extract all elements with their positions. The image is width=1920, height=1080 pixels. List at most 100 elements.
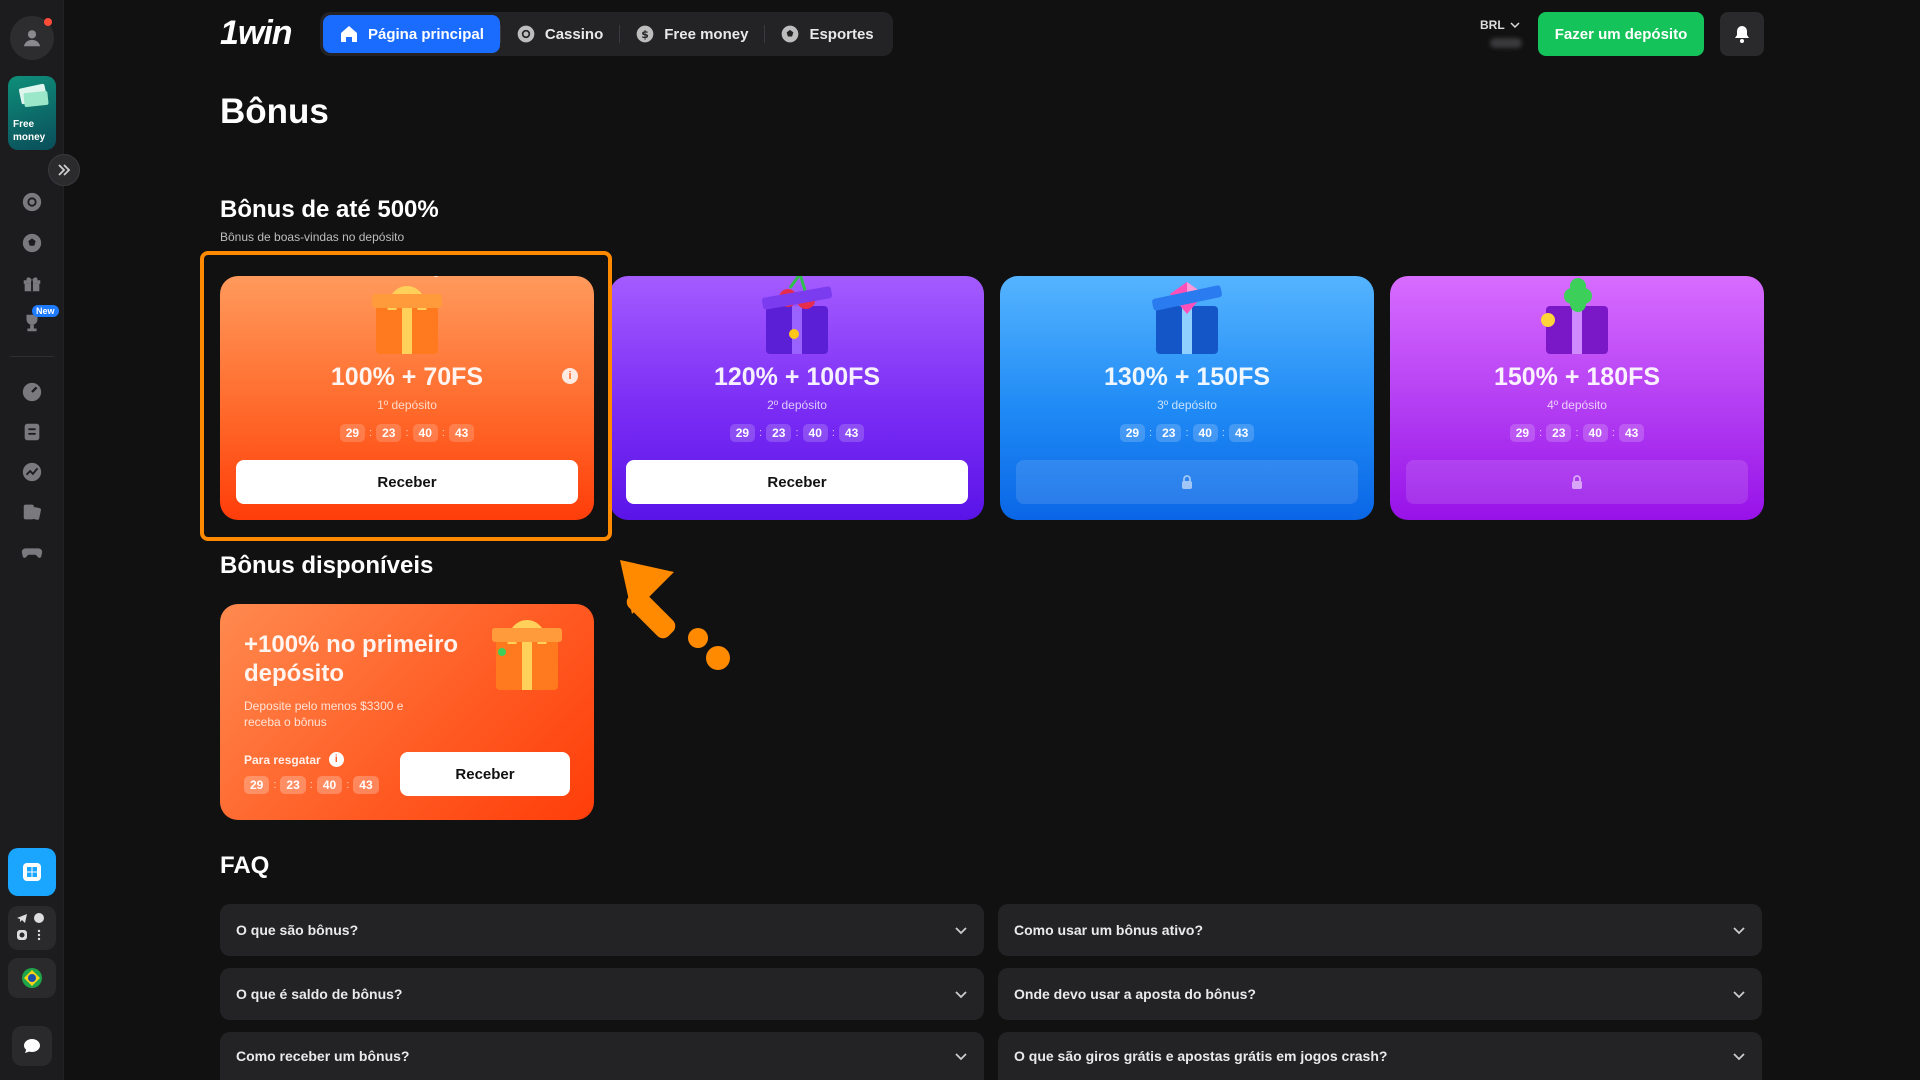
nav-sports[interactable]: Esportes	[764, 15, 889, 53]
sidebar-item-casino[interactable]	[20, 190, 44, 214]
timer-seconds: 43	[1228, 424, 1255, 442]
faq-item[interactable]: O que são bônus?	[220, 904, 984, 956]
sidebar-item-poker[interactable]	[20, 500, 44, 524]
countdown-timer: 29: 23: 40: 43	[244, 776, 379, 794]
whatsapp-icon[interactable]	[33, 912, 45, 924]
timer-hours: 23	[766, 424, 792, 442]
timer-hours: 23	[1156, 424, 1182, 442]
document-icon	[24, 423, 40, 441]
profile-avatar[interactable]	[10, 16, 54, 60]
bonus-card-3: 130% + 150FS 3º depósito 29: 23: 40: 43	[1000, 276, 1374, 520]
chart-icon	[22, 462, 42, 482]
faq-question: Onde devo usar a aposta do bônus?	[1014, 986, 1256, 1002]
lock-icon	[1182, 475, 1192, 489]
receive-button[interactable]: Receber	[400, 752, 570, 796]
faq-item[interactable]: Onde devo usar a aposta do bônus?	[998, 968, 1762, 1020]
nav-home[interactable]: Página principal	[323, 15, 500, 53]
redeem-text: Para resgatar	[244, 752, 321, 767]
faq-item[interactable]: O que é saldo de bônus?	[220, 968, 984, 1020]
notification-dot	[44, 18, 52, 26]
gift-icon	[23, 277, 41, 292]
locked-button[interactable]	[1406, 460, 1748, 504]
faq-question: O que são bônus?	[236, 922, 359, 938]
social-links	[8, 906, 56, 950]
main-nav: Página principal Cassino $ Free money Es…	[320, 12, 893, 56]
chat-bubble-icon	[24, 1039, 40, 1053]
windows-app-button[interactable]	[8, 848, 56, 896]
timer-seconds: 43	[1618, 424, 1645, 442]
nav-home-label: Página principal	[368, 25, 484, 43]
timer-minutes: 40	[1582, 424, 1608, 442]
nav-casino[interactable]: Cassino	[499, 15, 619, 53]
nav-free-money[interactable]: $ Free money	[619, 15, 764, 53]
page-title: Bônus	[220, 92, 329, 131]
receive-button[interactable]: Receber	[626, 460, 968, 504]
currency-label: BRL	[1480, 18, 1505, 32]
locked-button[interactable]	[1016, 460, 1358, 504]
lock-icon	[1572, 475, 1582, 489]
sidebar-item-bets[interactable]	[20, 420, 44, 444]
expand-sidebar-button[interactable]	[48, 154, 80, 186]
bonus-amount: 150% + 180FS	[1493, 363, 1661, 391]
bonus-amount: 120% + 100FS	[713, 363, 881, 391]
casino-chip-icon	[22, 192, 42, 212]
deposit-number: 2º depósito	[767, 398, 827, 412]
timer-days: 29	[1119, 424, 1146, 442]
notifications-button[interactable]	[1720, 12, 1764, 56]
deposit-number: 3º depósito	[1157, 398, 1217, 412]
chevron-down-icon	[1510, 22, 1520, 29]
timer-days: 29	[244, 776, 270, 794]
soccer-ball-icon	[782, 25, 799, 43]
money-cards-icon	[18, 83, 49, 108]
gift-box-clover-icon	[1541, 278, 1608, 354]
sidebar-item-sports[interactable]	[20, 231, 44, 255]
new-badge: New	[32, 305, 59, 317]
faq-item[interactable]: O que são giros grátis e apostas grátis …	[998, 1032, 1762, 1080]
timer-days: 29	[729, 424, 756, 442]
countdown-timer: 29: 23: 40: 43	[1390, 424, 1764, 442]
svg-text:$: $	[641, 28, 649, 41]
telegram-icon[interactable]	[16, 912, 28, 924]
highlight-frame	[200, 251, 612, 541]
info-icon[interactable]: i	[328, 752, 344, 767]
free-money-banner[interactable]: Free money	[8, 76, 56, 150]
sidebar-item-bonuses[interactable]	[20, 271, 44, 295]
faq-item[interactable]: Como receber um bônus?	[220, 1032, 984, 1080]
sidebar-item-statistics[interactable]	[20, 460, 44, 484]
soccer-ball-icon	[22, 233, 42, 253]
chevron-down-icon	[1733, 991, 1745, 999]
deposit-button[interactable]: Fazer um depósito	[1538, 12, 1704, 56]
currency-selector[interactable]: BRL	[1480, 18, 1521, 32]
nav-sports-label: Esportes	[809, 25, 874, 43]
cards-icon	[23, 504, 41, 520]
chevron-down-icon	[1733, 927, 1745, 935]
free-money-label: Free money	[13, 119, 46, 143]
faq-item[interactable]: Como usar um bônus ativo?	[998, 904, 1762, 956]
instagram-icon[interactable]	[16, 929, 28, 941]
sidebar-item-games[interactable]	[20, 540, 44, 564]
windows-icon	[23, 863, 41, 881]
more-vertical-icon[interactable]	[33, 929, 45, 941]
support-chat-button[interactable]	[12, 1026, 52, 1066]
balance-hidden	[1490, 38, 1522, 48]
welcome-section-subtitle: Bônus de boas-vindas no depósito	[220, 230, 405, 244]
speedometer-icon	[22, 382, 42, 402]
sidebar-item-live[interactable]	[20, 380, 44, 404]
brazil-flag-icon	[22, 968, 42, 988]
language-selector[interactable]	[8, 958, 56, 998]
nav-free-money-label: Free money	[664, 25, 749, 43]
sidebar-divider	[10, 356, 54, 357]
gift-box-cherry-icon	[761, 276, 833, 354]
dollar-coin-icon: $	[636, 25, 654, 43]
brand-logo[interactable]: 1win	[220, 14, 293, 53]
faq-question: O que é saldo de bônus?	[236, 986, 403, 1002]
faq-title: FAQ	[220, 852, 270, 879]
faq-question: Como receber um bônus?	[236, 1048, 410, 1064]
bonus-amount: 130% + 150FS	[1103, 363, 1271, 391]
user-icon	[23, 30, 41, 47]
gift-box-horseshoe-icon	[492, 620, 562, 690]
chevron-down-icon	[955, 991, 967, 999]
timer-minutes: 40	[1192, 424, 1218, 442]
bonus-card-2: 120% + 100FS 2º depósito 29: 23: 40: 43 …	[610, 276, 984, 520]
sidebar: Free money New	[0, 0, 80, 1080]
